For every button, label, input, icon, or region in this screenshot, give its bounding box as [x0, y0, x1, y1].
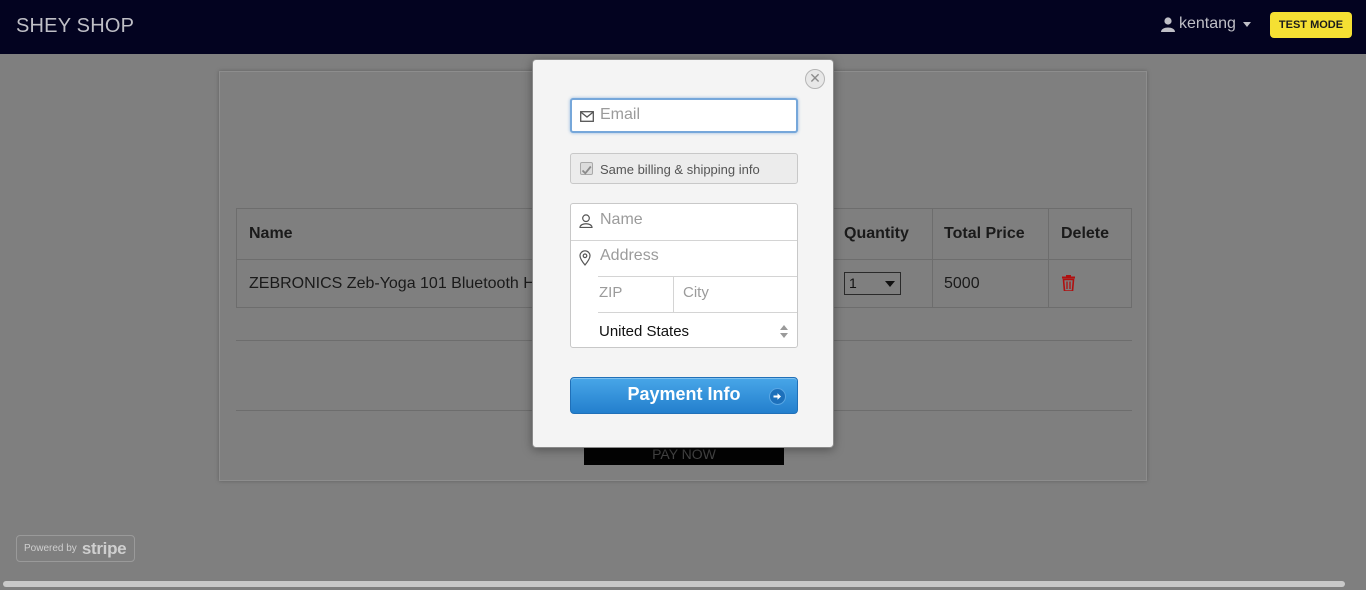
table-column-divider: [1048, 209, 1049, 307]
navbar: SHEY SHOP kentang TEST MODE: [0, 0, 1366, 54]
country-select[interactable]: United States: [571, 313, 797, 347]
payment-info-button[interactable]: Payment Info: [570, 377, 798, 414]
quantity-select[interactable]: 1: [844, 272, 901, 295]
powered-by-stripe-badge[interactable]: Powered by stripe: [16, 535, 135, 562]
envelope-icon: [580, 111, 594, 122]
brand-logo[interactable]: SHEY SHOP: [16, 15, 134, 38]
email-field[interactable]: Email: [570, 98, 798, 133]
zip-placeholder: ZIP: [599, 284, 623, 301]
arrow-right-icon: [769, 388, 786, 405]
payment-info-label: Payment Info: [627, 384, 741, 404]
country-value: United States: [599, 323, 690, 340]
checkout-modal: ✕ Email Same billing & shipping info Nam…: [532, 59, 834, 448]
location-pin-icon: [579, 250, 591, 266]
test-mode-badge: TEST MODE: [1270, 12, 1352, 38]
trash-icon[interactable]: [1062, 275, 1075, 291]
billing-address-group: Name Address ZIP City United States: [570, 203, 798, 348]
scrollbar-thumb[interactable]: [3, 581, 1345, 587]
username: kentang: [1179, 15, 1236, 32]
caret-down-icon: [1242, 21, 1251, 27]
same-billing-shipping-checkbox[interactable]: Same billing & shipping info: [570, 153, 798, 184]
horizontal-scrollbar[interactable]: [0, 578, 1366, 590]
checkmark-icon: [581, 165, 592, 175]
close-button[interactable]: ✕: [805, 69, 825, 89]
address-field[interactable]: Address: [571, 241, 797, 276]
city-placeholder: City: [683, 284, 709, 301]
close-icon: ✕: [809, 70, 821, 86]
city-field[interactable]: City: [674, 277, 797, 312]
zip-field[interactable]: ZIP: [598, 277, 673, 312]
quantity-value: 1: [849, 275, 857, 291]
user-menu-dropdown[interactable]: kentang: [1161, 15, 1251, 33]
table-column-divider: [932, 209, 933, 307]
chevron-down-icon: [885, 281, 895, 287]
cart-item-name: ZEBRONICS Zeb-Yoga 101 Bluetooth He: [249, 275, 544, 292]
user-icon: [1161, 16, 1175, 32]
cart-item-total: 5000: [944, 275, 980, 292]
address-placeholder: Address: [600, 247, 659, 264]
select-arrows-icon: [780, 325, 788, 338]
powered-by-label: Powered by: [24, 543, 77, 554]
column-header-total-price: Total Price: [944, 225, 1025, 242]
email-placeholder: Email: [600, 106, 641, 123]
name-field[interactable]: Name: [571, 204, 797, 240]
checkbox-icon: [580, 162, 593, 175]
same-billing-shipping-label: Same billing & shipping info: [600, 162, 760, 177]
name-placeholder: Name: [600, 211, 643, 228]
user-icon: [579, 214, 593, 228]
column-header-name: Name: [249, 225, 293, 242]
stripe-logo: stripe: [81, 538, 127, 558]
column-header-quantity: Quantity: [844, 225, 909, 242]
column-header-delete: Delete: [1061, 225, 1110, 242]
